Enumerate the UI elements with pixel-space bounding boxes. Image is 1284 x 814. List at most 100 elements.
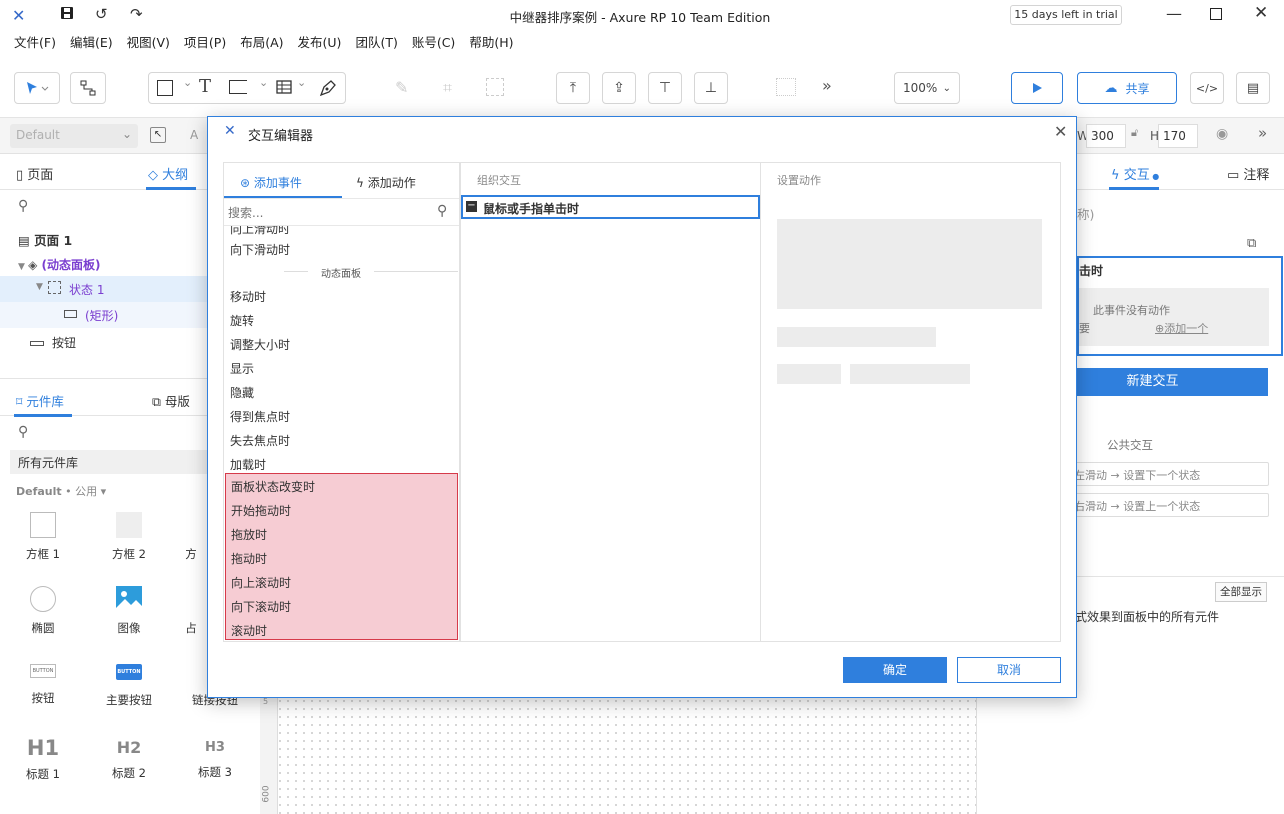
redo-icon[interactable]: ↷ — [130, 5, 143, 23]
document-button[interactable]: ▤ — [1236, 72, 1270, 104]
ok-button[interactable]: 确定 — [843, 657, 947, 683]
collapse-icon[interactable]: − — [466, 201, 477, 212]
widget-name-hint[interactable]: 称) — [1077, 204, 1094, 223]
event-item[interactable]: 显示 — [230, 360, 254, 377]
event-item[interactable]: 旋转 — [230, 312, 254, 329]
table-icon[interactable] — [276, 79, 292, 95]
chevron-down-icon[interactable]: ⌄ — [297, 76, 306, 89]
lib-item-box2[interactable]: 方框 2 — [89, 512, 169, 562]
menu-team[interactable]: 团队(T) — [355, 30, 397, 56]
maximize-icon[interactable] — [1210, 8, 1222, 20]
menu-help[interactable]: 帮助(H) — [469, 30, 513, 56]
event-item[interactable]: 向下滚动时 — [231, 598, 291, 615]
chevron-down-icon[interactable]: ⌄ — [183, 76, 192, 89]
event-item[interactable]: 面板状态改变时 — [231, 478, 315, 495]
event-item[interactable]: 失去焦点时 — [230, 432, 290, 449]
preview-button[interactable] — [1011, 72, 1063, 104]
lock-icon[interactable]: 🔓︎ — [1131, 126, 1138, 140]
outline-item-button[interactable]: 按钮 — [30, 334, 76, 351]
public-interaction-1[interactable]: 左滑动 → 设置下一个状态 — [1073, 462, 1269, 486]
transform-icon[interactable] — [486, 78, 504, 96]
crop-icon[interactable]: ⌗ — [443, 78, 452, 98]
close-icon[interactable]: ✕ — [1054, 122, 1067, 141]
event-item[interactable]: 调整大小时 — [230, 336, 290, 353]
event-item[interactable]: 隐藏 — [230, 384, 254, 401]
lib-item-ellipse[interactable]: 椭圆 — [3, 586, 83, 636]
tab-add-action[interactable]: ϟ 添加动作 — [356, 174, 416, 191]
menu-publish[interactable]: 发布(U) — [298, 30, 342, 56]
trial-badge[interactable]: 15 days left in trial — [1010, 5, 1122, 25]
width-input[interactable]: 300 — [1086, 124, 1126, 148]
more-tools-icon[interactable]: » — [822, 76, 832, 95]
search-icon[interactable]: ⚲ — [18, 198, 28, 214]
selected-event-row[interactable]: − 鼠标或手指单击时 — [461, 195, 760, 219]
outline-item-page[interactable]: ▤ 页面 1 — [18, 230, 72, 249]
chevron-down-icon[interactable]: ⌄ — [259, 76, 268, 89]
tab-notes[interactable]: ▭ 注释 — [1227, 164, 1269, 183]
show-all-button[interactable]: 全部显示 — [1215, 582, 1267, 602]
send-back-button[interactable]: ⊥ — [694, 72, 728, 104]
close-window-icon[interactable]: ✕ — [1254, 3, 1268, 23]
event-item[interactable]: 向上滚动时 — [231, 574, 291, 591]
event-item[interactable]: 向上滑动时 — [230, 226, 290, 237]
lib-item-h2[interactable]: H2 标题 2 — [89, 738, 169, 781]
add-one-link[interactable]: ⊕添加一个 — [1155, 320, 1208, 336]
bring-forward-button[interactable]: ⇪ — [602, 72, 636, 104]
zoom-select[interactable]: 100% ⌄ — [894, 72, 960, 104]
lib-item-partial[interactable]: 占 — [175, 586, 207, 636]
event-search-input[interactable] — [228, 201, 438, 225]
search-icon[interactable]: ⚲ — [18, 424, 28, 440]
group-icon[interactable] — [776, 78, 796, 96]
lib-item-box1[interactable]: 方框 1 — [3, 512, 83, 562]
event-item[interactable]: 拖动时 — [231, 550, 267, 567]
menu-edit[interactable]: 编辑(E) — [70, 30, 113, 56]
minimize-icon[interactable]: — — [1166, 4, 1182, 23]
eye-icon[interactable]: ◉ — [1216, 126, 1228, 142]
menu-layout[interactable]: 布局(A) — [240, 30, 283, 56]
lib-item-h1[interactable]: H1 标题 1 — [3, 736, 83, 782]
external-link-icon[interactable]: ⧉ — [1247, 236, 1256, 251]
tab-outline[interactable]: ◇ 大纲 — [148, 164, 188, 183]
more-props-icon[interactable]: » — [1258, 124, 1267, 142]
canvas[interactable] — [260, 697, 976, 814]
event-item[interactable]: 得到焦点时 — [230, 408, 290, 425]
cancel-button[interactable]: 取消 — [957, 657, 1061, 683]
select-tool-button[interactable] — [14, 72, 60, 104]
event-item[interactable]: 开始拖动时 — [231, 502, 291, 519]
eyedropper-icon[interactable]: ✎ — [395, 78, 408, 97]
event-item[interactable]: 移动时 — [230, 288, 266, 305]
code-button[interactable]: </> — [1190, 72, 1224, 104]
hotspot-icon[interactable] — [229, 80, 247, 94]
event-item[interactable]: 加载时 — [230, 456, 266, 473]
lib-item-h3[interactable]: H3 标题 3 — [175, 740, 255, 780]
menu-view[interactable]: 视图(V) — [127, 30, 170, 56]
menu-account[interactable]: 账号(C) — [412, 30, 455, 56]
undo-icon[interactable]: ↺ — [95, 5, 108, 23]
event-item[interactable]: 向下滑动时 — [230, 241, 290, 258]
menu-file[interactable]: 文件(F) — [14, 30, 56, 56]
connector-tool-button[interactable] — [70, 72, 106, 104]
save-icon[interactable] — [60, 6, 74, 23]
lib-item-primary-button[interactable]: BUTTON 主要按钮 — [89, 664, 169, 708]
new-interaction-button[interactable]: 新建交互 — [1077, 368, 1268, 396]
tab-library[interactable]: ⌑ 元件库 — [16, 391, 64, 410]
event-item[interactable]: 滚动时 — [231, 622, 267, 639]
search-icon[interactable]: ⚲ — [437, 203, 447, 219]
lib-item-partial[interactable]: 方 — [175, 512, 207, 562]
event-card[interactable]: 击时 此事件没有动作 要 ⊕添加一个 — [1077, 256, 1283, 356]
tab-add-event[interactable]: ⊛ 添加事件 — [240, 174, 302, 191]
tab-pages[interactable]: ▯ 页面 — [16, 164, 53, 183]
text-icon[interactable]: T — [199, 76, 211, 97]
tab-interactions[interactable]: ϟ 交互 ● — [1111, 164, 1159, 183]
tab-masters[interactable]: ⧉ 母版 — [152, 391, 190, 410]
pen-icon[interactable] — [319, 79, 337, 97]
distribute-button[interactable]: ⊤ — [648, 72, 682, 104]
event-item[interactable]: 拖放时 — [231, 526, 267, 543]
library-group-header[interactable]: Default • 公用 ▾ — [16, 483, 106, 499]
rectangle-icon[interactable] — [157, 80, 173, 96]
lib-item-button[interactable]: BUTTON 按钮 — [3, 664, 83, 706]
public-interaction-2[interactable]: 右滑动 → 设置上一个状态 — [1073, 493, 1269, 517]
menu-project[interactable]: 项目(P) — [184, 30, 226, 56]
font-select-value[interactable]: A — [190, 128, 198, 142]
lib-item-image[interactable]: 图像 — [89, 586, 169, 636]
